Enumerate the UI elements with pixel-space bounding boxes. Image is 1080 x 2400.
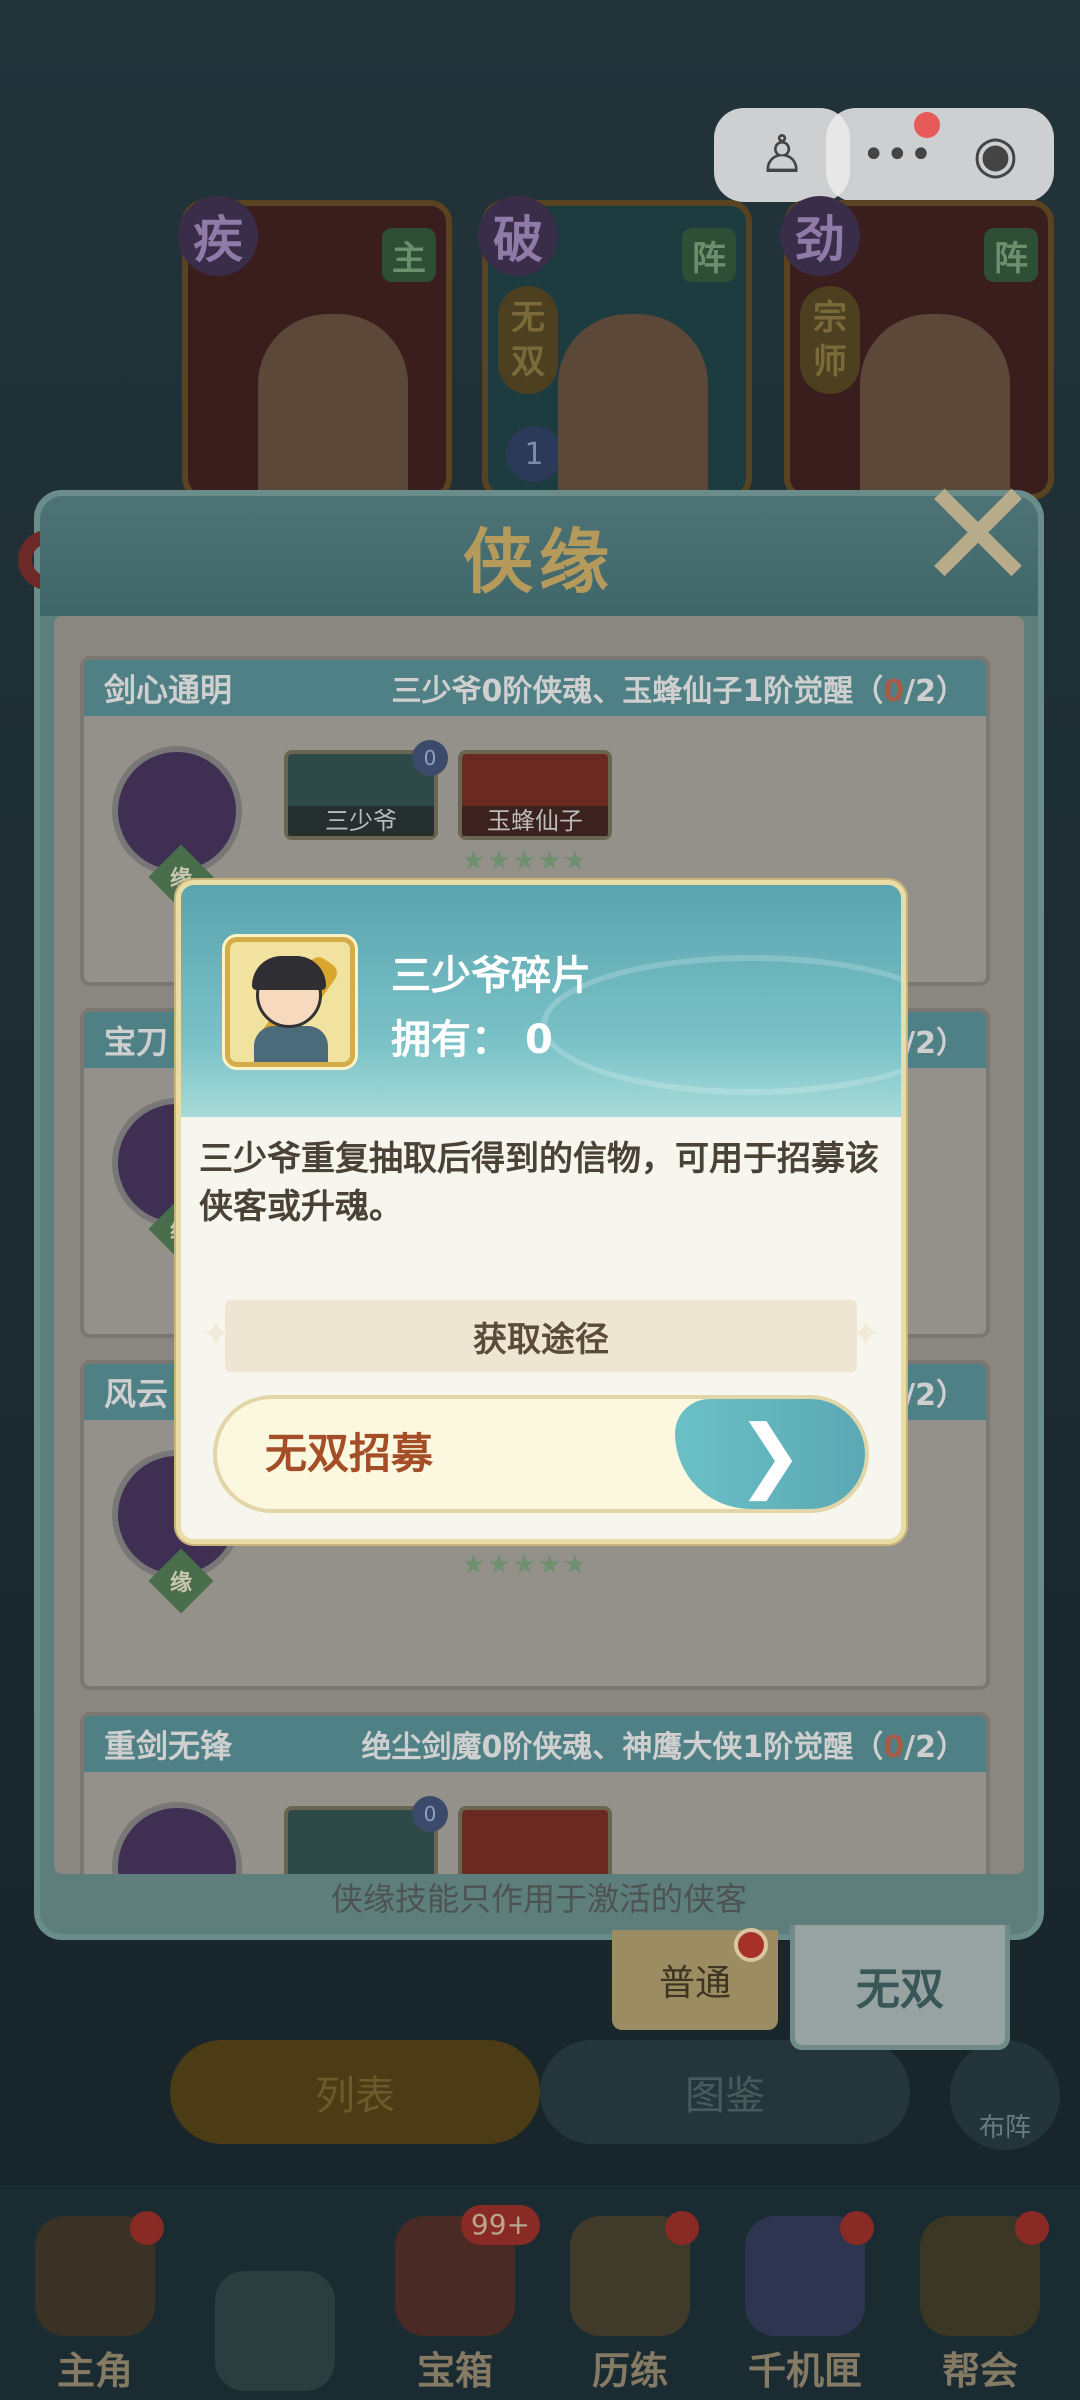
role-tag: 阵 [984,228,1038,282]
bond-header: 重剑无锋 绝尘剑魔0阶侠魂、神鹰大侠1阶觉醒（0/2） [84,1716,986,1772]
list-tabs: 列表 图鉴 [170,2040,910,2144]
close-icon[interactable]: ✕ [908,449,1048,623]
wave-decoration [541,955,901,1095]
member-portrait[interactable]: 玉蜂仙子 [458,750,612,840]
dialog-header: 侠缘 [40,496,1038,616]
element-badge: 破 [478,196,558,276]
bond-badge: 缘 [148,1548,214,1614]
hero-portrait [558,314,708,494]
member-name: 三少爷 [288,806,434,836]
source-heading: 获取途径 [201,1300,881,1372]
tab-catalog[interactable]: 图鉴 [540,2040,910,2144]
user-icon: ♙ [758,125,806,185]
nav-label: 历练 [591,2349,668,2393]
mini-program-capsule: ••• ◉ [826,108,1054,202]
count-badge: 99+ [460,2205,540,2245]
bond-lock-icon: 缘 [112,746,242,910]
bond-header: 剑心通明 三少爷0阶侠魂、玉蜂仙子1阶觉醒（0/2） [84,660,986,716]
red-dot [734,1928,768,1962]
element-badge: 劲 [780,196,860,276]
red-dot [665,2211,699,2245]
hero-title: 无双 [498,286,558,394]
item-info-popup: 三少爷碎片 拥有： 0 三少爷重复抽取后得到的信物，可用于招募该侠客或升魂。 获… [176,880,906,1544]
member-portrait[interactable]: 0 [284,1796,448,1874]
heroes-icon [215,2271,335,2391]
nav-label: 主角 [56,2349,133,2393]
nav-label: 帮会 [941,2349,1018,2393]
member-level: 0 [412,1796,448,1832]
nav-item-machine-box[interactable]: 千机匣 [720,2205,890,2395]
more-icon[interactable]: ••• [862,132,933,178]
nav-item-chest[interactable]: 宝箱 99+ [370,2205,540,2395]
hero-card-1[interactable]: 疾 主 [178,196,452,500]
nav-item-protagonist[interactable]: 主角 [10,2205,180,2395]
capsule-red-dot [914,112,940,138]
bond-footer-note: 侠缘技能只作用于激活的侠客 [330,1880,747,1918]
hero-shard-icon [225,937,355,1067]
item-name: 三少爷碎片 [391,953,591,999]
dialog-title: 侠缘 [463,519,615,603]
popup-header: 三少爷碎片 拥有： 0 [181,885,901,1117]
bond-name: 宝刀 [104,1023,169,1061]
role-tag: 阵 [682,228,736,282]
bond-name: 风云 [104,1375,169,1413]
member-level: 0 [412,740,448,776]
star-rating: ★★★★★ [462,1550,589,1580]
hero-card-2[interactable]: 破 阵 无双 1 [478,196,752,500]
nav-item-guild[interactable]: 帮会 [895,2205,1065,2395]
bond-card: 重剑无锋 绝尘剑魔0阶侠魂、神鹰大侠1阶觉醒（0/2） 0 [80,1712,990,1874]
record-icon[interactable]: ◉ [973,125,1018,185]
bottom-navigation: 主角 宝箱 99+ 历练 千机匣 帮会 [0,2185,1080,2400]
item-description: 三少爷重复抽取后得到的信物，可用于招募该侠客或升魂。 [199,1139,879,1227]
nav-label: 千机匣 [747,2349,862,2393]
hero-title: 宗师 [800,286,860,394]
nav-item-heroes[interactable] [190,2205,360,2395]
mode-wushuang-tab[interactable]: 无双 [790,1925,1010,2050]
red-dot [130,2211,164,2245]
formation-button[interactable]: 布阵 [950,2040,1060,2150]
wushuang-recruit-button[interactable]: 无双招募 ❯ [213,1395,869,1513]
item-owned: 拥有： 0 [391,1017,553,1063]
owned-count: 0 [524,1017,553,1063]
nav-label: 宝箱 [416,2349,493,2393]
member-portrait[interactable]: 0 三少爷 [284,740,448,840]
nav-item-training[interactable]: 历练 [545,2205,715,2395]
member-name: 玉蜂仙子 [462,806,608,836]
chevron-right-icon[interactable]: ❯ [675,1399,865,1509]
bond-name: 重剑无锋 [104,1727,233,1765]
member-portrait[interactable] [458,1806,612,1874]
red-dot [1015,2211,1049,2245]
role-tag: 主 [382,228,436,282]
bond-condition: 三少爷0阶侠魂、玉蜂仙子1阶觉醒（0/2） [391,674,966,709]
element-badge: 疾 [178,196,258,276]
hero-level: 1 [506,426,562,482]
red-dot [840,2211,874,2245]
recruit-label: 无双招募 [265,1429,434,1478]
tab-list[interactable]: 列表 [170,2040,540,2144]
star-rating: ★★★★★ [462,846,589,876]
bond-condition: 绝尘剑魔0阶侠魂、神鹰大侠1阶觉醒（0/2） [361,1730,966,1765]
bond-name: 剑心通明 [104,671,233,709]
bond-lock-icon [112,1802,242,1874]
hero-portrait [258,314,408,494]
